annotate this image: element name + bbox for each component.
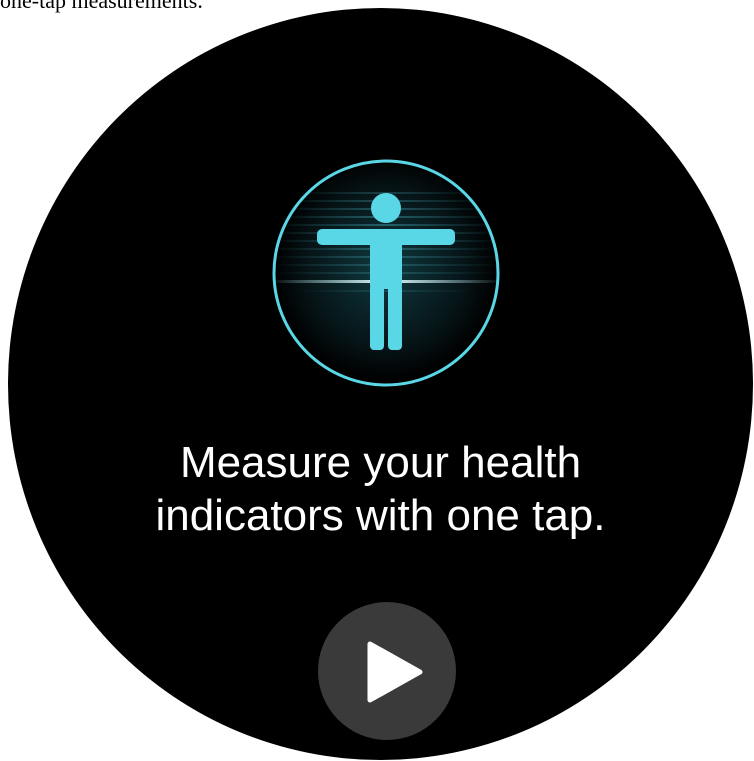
body-scan-icon: [269, 156, 503, 390]
caption-text: one-tap measurements.: [0, 0, 203, 13]
headline: Measure your health indicators with one …: [8, 436, 753, 542]
watch-screen: Measure your health indicators with one …: [8, 8, 753, 760]
headline-line-2: indicators with one tap.: [155, 491, 606, 540]
play-icon: [367, 641, 423, 703]
play-button[interactable]: [318, 602, 456, 740]
headline-line-1: Measure your health: [179, 438, 582, 487]
